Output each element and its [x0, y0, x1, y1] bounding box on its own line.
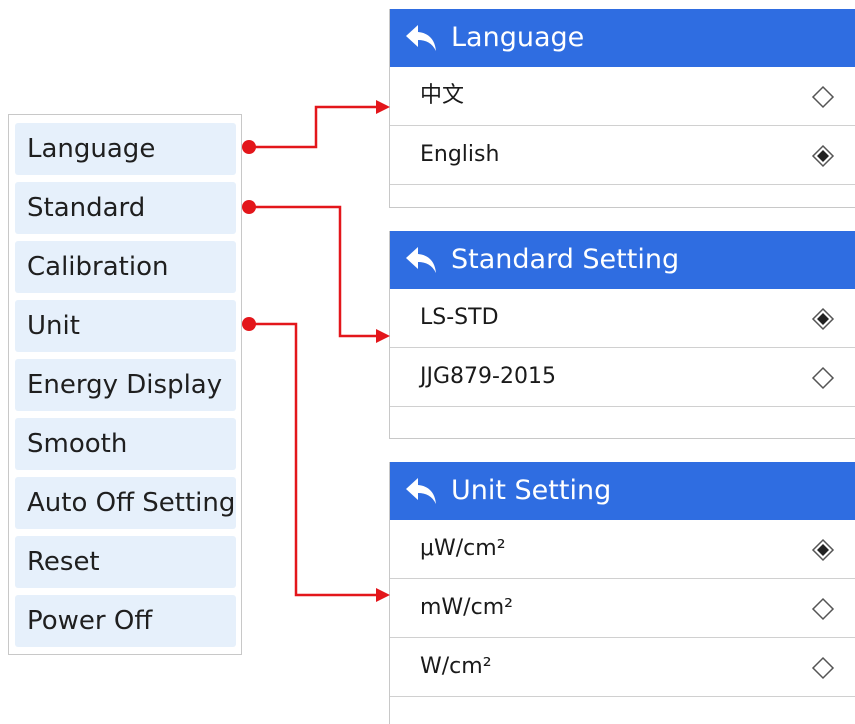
option-label: W/cm²: [420, 654, 492, 679]
standard-option-jjg879[interactable]: JJG879-2015: [390, 348, 855, 407]
unit-panel: Unit Setting μW/cm² mW/cm² W/cm²: [389, 462, 855, 724]
menu-item-auto-off-setting[interactable]: Auto Off Setting: [15, 477, 236, 529]
unit-option-mw[interactable]: mW/cm²: [390, 579, 855, 638]
radio-unselected-icon[interactable]: [811, 597, 835, 621]
radio-unselected-icon[interactable]: [811, 366, 835, 390]
connector-standard: [242, 200, 390, 343]
menu-item-language[interactable]: Language: [15, 123, 236, 175]
back-arrow-icon[interactable]: [404, 23, 438, 53]
standard-panel-header: Standard Setting: [390, 231, 855, 289]
connector-language: [242, 100, 390, 154]
radio-unselected-icon[interactable]: [811, 656, 835, 680]
radio-selected-icon[interactable]: [811, 307, 835, 331]
panel-divider: [390, 207, 855, 208]
standard-panel-title: Standard Setting: [451, 244, 680, 275]
connector-unit: [242, 317, 390, 602]
language-option-english[interactable]: English: [390, 126, 855, 185]
language-panel-title: Language: [451, 22, 585, 53]
language-option-chinese[interactable]: 中文: [390, 67, 855, 126]
menu-item-calibration[interactable]: Calibration: [15, 241, 236, 293]
option-label: mW/cm²: [420, 595, 513, 620]
unit-option-uw[interactable]: μW/cm²: [390, 520, 855, 579]
menu-item-energy-display[interactable]: Energy Display: [15, 359, 236, 411]
option-label: μW/cm²: [420, 536, 506, 561]
language-panel-header: Language: [390, 9, 855, 67]
menu-item-reset[interactable]: Reset: [15, 536, 236, 588]
standard-option-ls-std[interactable]: LS-STD: [390, 289, 855, 348]
standard-panel: Standard Setting LS-STD JJG879-2015: [389, 231, 855, 439]
option-label: English: [420, 142, 500, 167]
settings-menu: Language Standard Calibration Unit Energ…: [8, 114, 242, 655]
panel-divider: [390, 438, 855, 439]
menu-item-power-off[interactable]: Power Off: [15, 595, 236, 647]
option-label: LS-STD: [420, 305, 499, 330]
option-label: JJG879-2015: [420, 364, 556, 389]
menu-item-standard[interactable]: Standard: [15, 182, 236, 234]
back-arrow-icon[interactable]: [404, 476, 438, 506]
radio-selected-icon[interactable]: [811, 538, 835, 562]
menu-item-smooth[interactable]: Smooth: [15, 418, 236, 470]
option-label: 中文: [420, 83, 465, 108]
radio-selected-icon[interactable]: [811, 144, 835, 168]
unit-panel-header: Unit Setting: [390, 462, 855, 520]
menu-item-unit[interactable]: Unit: [15, 300, 236, 352]
radio-unselected-icon[interactable]: [811, 85, 835, 109]
unit-panel-title: Unit Setting: [451, 475, 612, 506]
unit-option-w[interactable]: W/cm²: [390, 638, 855, 697]
back-arrow-icon[interactable]: [404, 245, 438, 275]
language-panel: Language 中文 English: [389, 9, 855, 208]
